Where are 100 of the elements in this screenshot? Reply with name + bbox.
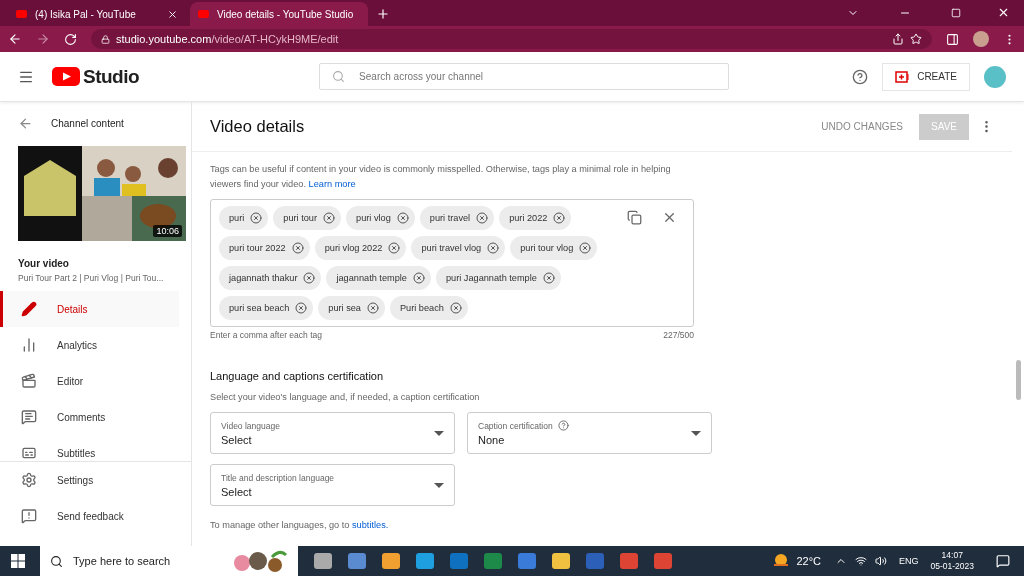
nav-item[interactable]: Comments [0,399,179,435]
remove-icon[interactable] [542,272,555,284]
remove-icon[interactable] [303,272,316,284]
remove-icon[interactable] [412,272,425,284]
browser-tab[interactable]: Video details - YouTube Studio [190,2,368,26]
network-icon[interactable] [855,555,867,567]
remove-icon[interactable] [487,242,500,254]
search-field[interactable]: Search across your channel [319,63,730,90]
new-tab-icon[interactable] [376,7,390,21]
reload-icon[interactable] [64,32,77,46]
help-icon[interactable] [852,68,869,85]
nav-item[interactable]: Settings [0,462,179,498]
video-plus-icon [895,70,912,83]
chart-icon [21,337,37,353]
tag-chip[interactable]: puri 2022 [499,206,572,230]
volume-icon[interactable] [875,555,887,567]
tag-chip[interactable]: puri vlog [346,206,415,230]
film-icon [21,373,37,389]
youtube-logo-icon [52,67,80,86]
duration-badge: 10:06 [153,225,182,237]
remove-icon[interactable] [366,302,379,314]
tags-hint: Enter a comma after each tag [210,330,322,340]
tag-chip[interactable]: Puri beach [389,296,468,320]
manage-languages-text: To manage other languages, go to subtitles. [210,519,390,532]
notifications-icon[interactable] [996,554,1010,568]
channel-content-link[interactable]: Channel content [51,118,124,129]
remove-icon[interactable] [388,242,401,254]
tag-chip[interactable]: puri [219,206,269,230]
scrollbar-thumb[interactable] [1015,360,1021,400]
remove-icon[interactable] [476,212,489,224]
tag-chip[interactable]: puri travel vlog [411,236,506,260]
side-panel-icon[interactable] [946,32,959,46]
section-title: Language and captions certification [210,370,385,382]
tag-chip[interactable]: puri vlog 2022 [314,236,407,260]
share-icon[interactable] [892,33,904,45]
remove-icon[interactable] [553,212,566,224]
section-subtitle: Select your video's language and, if needed, a caption certification [210,391,481,404]
star-icon[interactable] [910,33,922,45]
nav-item[interactable]: Editor [0,363,179,399]
close-icon[interactable] [997,6,1010,19]
tag-chip[interactable]: puri tour 2022 [219,236,310,260]
remove-icon[interactable] [250,212,263,224]
remove-icon[interactable] [291,242,304,254]
taskbar-search[interactable]: Type here to search [40,546,298,576]
tag-chip[interactable]: puri sea beach [219,296,314,320]
subtitles-icon [21,445,37,461]
close-icon[interactable] [167,8,178,20]
browser-tab[interactable]: (4) Isika Pal - YouTube [8,2,186,26]
remove-icon[interactable] [295,302,308,314]
profile-avatar[interactable] [973,31,989,47]
language-indicator[interactable]: ENG [899,556,919,566]
tag-chip[interactable]: jagannath thakur [219,266,322,290]
clock[interactable]: 14:07 05-01-2023 [930,550,974,572]
field-label: Video language [221,420,280,431]
pencil-icon [21,301,37,317]
subtitles-link[interactable]: subtitles. [352,520,389,530]
back-icon[interactable] [8,32,22,46]
temperature: 22°C [796,555,821,567]
search-icon [332,70,346,83]
back-icon[interactable] [18,116,33,131]
dropdown[interactable]: Title and description language Select [210,464,455,506]
tag-chip[interactable]: jagannath temple [326,266,431,290]
dropdown-arrow-icon [434,430,444,436]
remove-icon[interactable] [579,242,592,254]
decoration-drawing [232,549,288,573]
tags-help-text: Tags can be useful if content in your video is commonly misspelled. Otherwise, tags play a minimal role in helping viewers find your video. Learn more [210,163,672,191]
search-icon [50,554,63,568]
dropdown-arrow-icon [434,482,444,488]
tag-chip[interactable]: puri tour [273,206,342,230]
learn-more-link[interactable]: Learn more [308,179,356,189]
tag-chip[interactable]: puri Jagannath temple [435,266,561,290]
tag-chip[interactable]: puri sea [318,296,385,320]
copy-icon[interactable] [627,210,642,225]
nav-item[interactable]: Details [0,291,179,327]
page-title: Video details [210,117,306,136]
help-icon[interactable] [557,420,569,431]
remove-icon[interactable] [323,212,336,224]
tags-field[interactable]: puri puri tour puri vlog puri travel puri 2022 puri tour 2022 puri vlog 2022 puri travel vlog puri tour vlog jagannath thakur jagannath temple puri Jagannath temple puri sea beach puri sea Puri beach [210,199,694,327]
nav-item[interactable]: Send feedback [0,498,179,534]
address-bar[interactable]: studio.youtube.com/video/AT-HCykH9ME/edit [91,29,932,49]
clear-icon[interactable] [662,210,677,225]
restore-icon[interactable] [951,8,961,18]
undo-changes-button[interactable]: UNDO CHANGES [815,120,909,133]
tag-chip[interactable]: puri travel [419,206,495,230]
weather-icon [772,553,791,569]
forward-icon[interactable] [36,32,50,46]
comment-icon [21,409,37,425]
field-label: Title and description language [221,472,335,483]
dropdown[interactable]: Video language Select [210,412,455,454]
remove-icon[interactable] [396,212,409,224]
lock-icon [101,34,110,44]
tag-chip[interactable]: puri tour vlog [510,236,598,260]
remove-icon[interactable] [449,302,462,314]
dropdown[interactable]: Caption certification None [467,412,712,454]
create-button[interactable]: CREATE [882,62,970,91]
windows-icon[interactable] [11,554,25,568]
nav-item[interactable]: Analytics [0,327,179,363]
your-video-label: Your video [18,258,70,269]
dropdown-arrow-icon [691,430,701,436]
nav-item[interactable]: Subtitles [0,435,179,461]
